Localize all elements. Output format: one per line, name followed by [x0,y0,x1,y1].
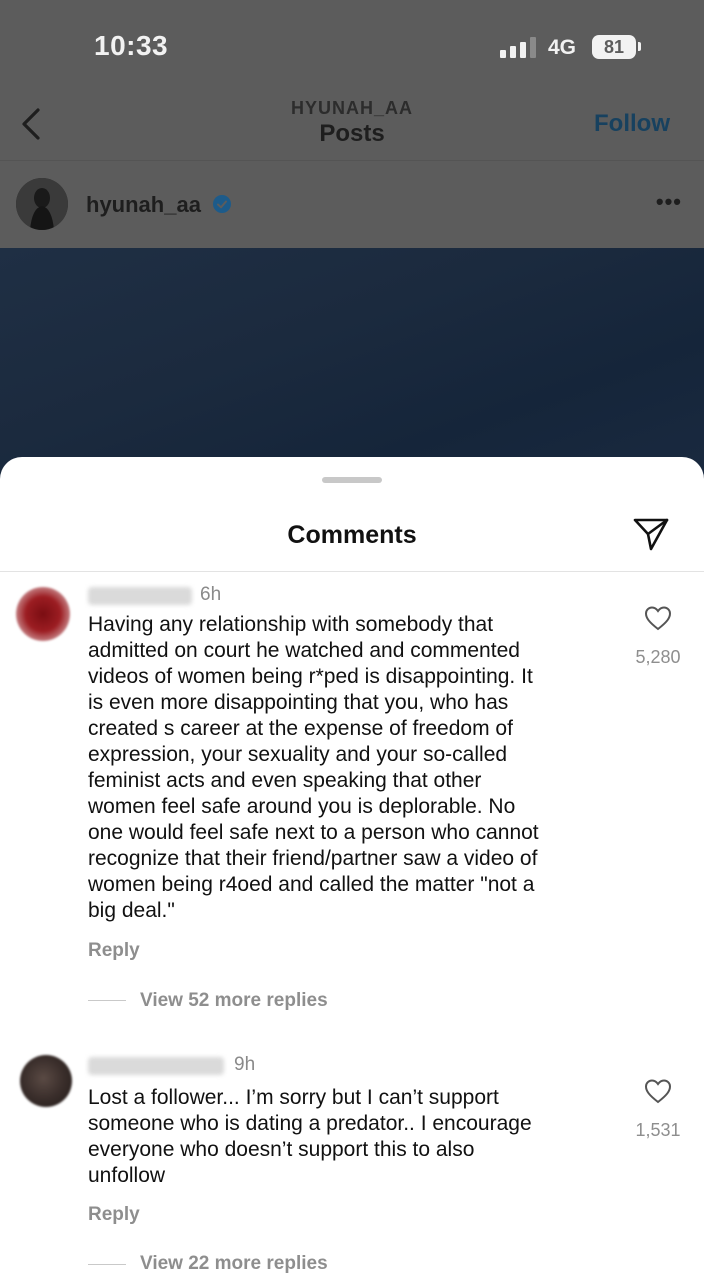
replies-line [88,1000,126,1001]
follow-button[interactable]: Follow [594,110,670,138]
profile-avatar[interactable] [16,178,68,230]
comment-item: 9h Lost a follower... I’m sorry but I ca… [0,1050,704,1230]
post-username[interactable]: hyunah_aa [86,192,201,218]
comment-time: 9h [234,1054,256,1075]
comment-text: Lost a follower... I’m sorry but I can’t… [88,1086,532,1187]
reply-button[interactable]: Reply [88,940,140,962]
status-time: 10:33 [94,30,169,61]
comment-text: Having any relationship with somebody th… [88,613,539,922]
like-heart-icon[interactable] [644,1078,672,1104]
post-image [0,248,704,488]
verified-badge-icon [213,195,231,213]
battery-tip [638,42,641,51]
sheet-divider [0,571,704,572]
like-count: 1,531 [635,1120,681,1140]
commenter-avatar[interactable] [20,1055,72,1107]
battery-icon: 81 [592,35,636,59]
sheet-grabber[interactable] [322,477,382,483]
commenter-avatar[interactable] [16,587,70,641]
reply-button[interactable]: Reply [88,1204,140,1226]
commenter-username-blurred[interactable] [88,1057,224,1075]
more-options-icon[interactable]: ••• [656,189,682,215]
like-count: 5,280 [635,647,681,667]
comment-item: 6h Having any relationship with somebody… [0,577,704,977]
replies-line [88,1264,126,1265]
comment-time: 6h [200,584,222,605]
send-icon[interactable] [632,515,670,553]
comments-sheet: Comments 6h Having any relationship with… [0,457,704,1280]
comments-title: Comments [287,521,417,549]
nav-bar: HYUNAH_AA Posts Follow [0,90,704,160]
status-bar: 10:33 4G 81 [0,0,704,90]
view-replies-button[interactable]: View 52 more replies [140,990,328,1012]
commenter-username-blurred[interactable] [88,587,192,605]
view-replies-button[interactable]: View 22 more replies [140,1253,328,1275]
post-header: hyunah_aa ••• [0,161,704,247]
like-heart-icon[interactable] [644,605,672,631]
network-type: 4G [548,36,577,59]
signal-strength-icon [500,36,538,58]
